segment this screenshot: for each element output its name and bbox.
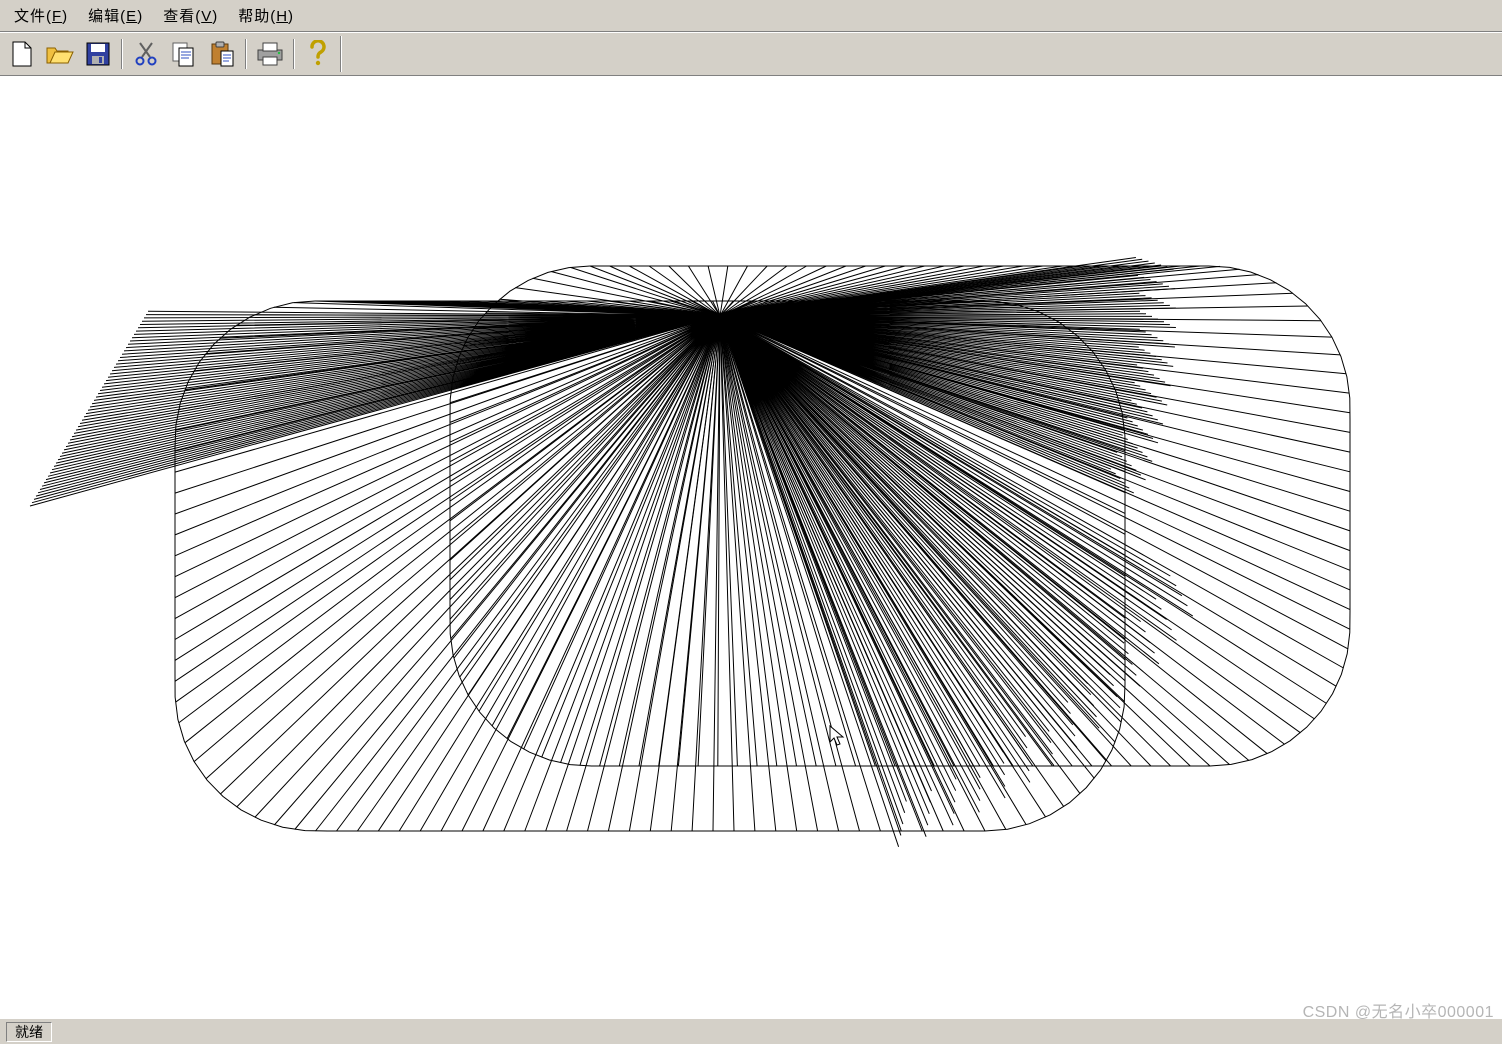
menu-bar: 文件(F) 编辑(E) 查看(V) 帮助(H) bbox=[0, 0, 1502, 32]
open-button[interactable] bbox=[42, 36, 78, 72]
menu-file[interactable]: 文件(F) bbox=[4, 1, 78, 30]
status-text: 就绪 bbox=[15, 1022, 43, 1042]
menu-help[interactable]: 帮助(H) bbox=[228, 1, 304, 30]
menu-edit-label: 编辑(E) bbox=[88, 8, 143, 25]
toolbar-separator bbox=[245, 39, 247, 69]
menu-edit[interactable]: 编辑(E) bbox=[78, 1, 153, 30]
copy-icon bbox=[171, 41, 197, 67]
drawing-surface bbox=[0, 76, 1502, 1018]
status-text-cell: 就绪 bbox=[6, 1022, 52, 1042]
menu-view-label: 查看(V) bbox=[163, 8, 218, 25]
menu-help-label: 帮助(H) bbox=[238, 8, 294, 25]
new-button[interactable] bbox=[4, 36, 40, 72]
toolbar bbox=[0, 32, 1502, 76]
paste-button[interactable] bbox=[204, 36, 240, 72]
about-button[interactable] bbox=[300, 36, 336, 72]
drawing-canvas[interactable] bbox=[0, 76, 1502, 1018]
print-icon bbox=[256, 42, 284, 66]
paste-icon bbox=[209, 41, 235, 67]
cut-button[interactable] bbox=[128, 36, 164, 72]
new-icon bbox=[11, 41, 33, 67]
help-icon bbox=[307, 40, 329, 68]
copy-button[interactable] bbox=[166, 36, 202, 72]
open-icon bbox=[46, 43, 74, 65]
toolbar-separator bbox=[121, 39, 123, 69]
status-bar: 就绪 bbox=[0, 1018, 1502, 1044]
menu-file-label: 文件(F) bbox=[14, 8, 68, 25]
print-button[interactable] bbox=[252, 36, 288, 72]
cut-icon bbox=[135, 41, 157, 67]
save-icon bbox=[86, 42, 110, 66]
save-button[interactable] bbox=[80, 36, 116, 72]
menu-view[interactable]: 查看(V) bbox=[153, 1, 228, 30]
toolbar-separator bbox=[293, 39, 295, 69]
toolbar-end-separator bbox=[340, 36, 342, 72]
